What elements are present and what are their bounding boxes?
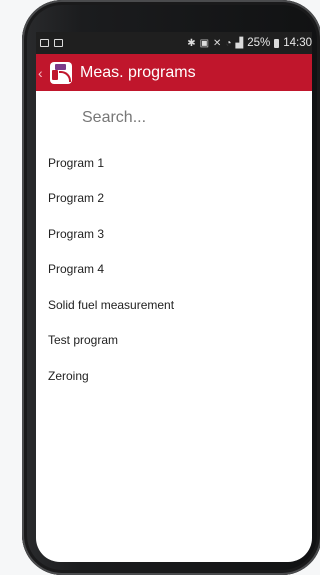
battery-percentage: 25% [247,37,271,49]
search-input[interactable] [82,109,282,127]
nfc-icon: ▣ [199,37,210,49]
list-item-program-3[interactable]: Program 3 [36,216,312,252]
battery-icon [274,38,280,48]
wifi-icon: ◔ [225,37,232,49]
list-item-zeroing[interactable]: Zeroing [36,358,312,394]
image-notification-icon [40,39,49,47]
mru-app-logo-icon [50,61,72,84]
bluetooth-icon: ✱ [187,37,196,49]
search-bar [36,91,312,145]
clock: 14:30 [283,37,312,49]
page-title: Meas. programs [80,63,196,81]
program-list: Program 1 Program 2 Program 3 Program 4 … [36,145,312,394]
list-item-test-program[interactable]: Test program [36,323,312,359]
list-item-program-4[interactable]: Program 4 [36,252,312,288]
list-item-program-2[interactable]: Program 2 [36,181,312,217]
app-screen: ✱ ▣ ✕ ◔ ▟ 25% 14:30 ‹ Meas. programs Pro… [36,32,312,562]
list-item-program-1[interactable]: Program 1 [36,145,312,181]
signal-icon: ▟ [235,37,244,49]
list-item-solid-fuel-measurement[interactable]: Solid fuel measurement [36,287,312,323]
app-bar: ‹ Meas. programs [36,54,312,91]
back-chevron-icon[interactable]: ‹ [36,65,48,81]
status-bar: ✱ ▣ ✕ ◔ ▟ 25% 14:30 [36,32,312,54]
app-notification-icon [54,39,63,47]
mute-icon: ✕ [213,37,222,49]
